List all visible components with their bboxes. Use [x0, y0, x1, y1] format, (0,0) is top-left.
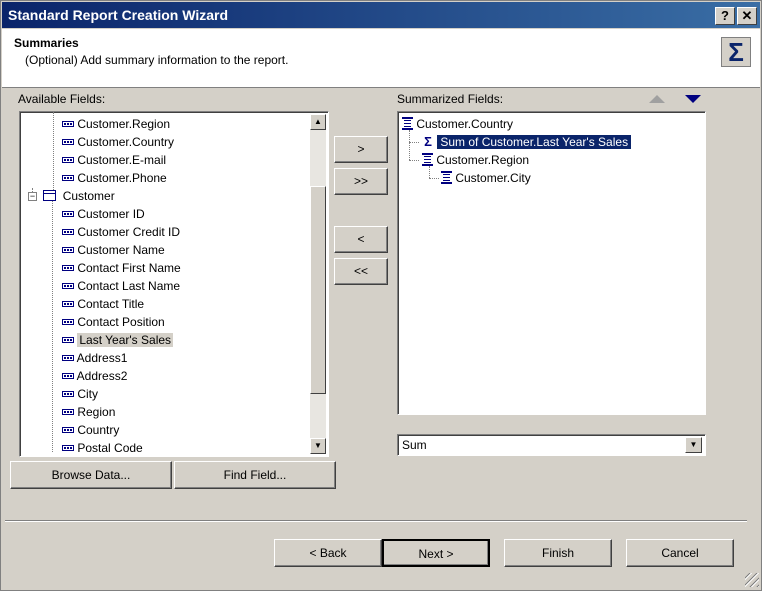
tree-item[interactable]: Address1 — [62, 349, 127, 367]
group-item-region[interactable]: Customer.Region — [422, 151, 529, 169]
find-field-button[interactable]: Find Field... — [174, 461, 336, 489]
field-icon — [62, 444, 74, 451]
field-icon — [62, 156, 74, 163]
field-icon — [62, 138, 74, 145]
tree-item[interactable]: Country — [62, 421, 119, 439]
field-icon — [62, 210, 74, 217]
resize-grip-icon[interactable] — [745, 573, 759, 587]
tree-item[interactable]: Customer.Region — [62, 115, 170, 133]
field-icon — [62, 408, 74, 415]
summarized-fields-tree[interactable]: Customer.Country Σ Sum of Customer.Last … — [397, 111, 706, 415]
summary-type-select[interactable]: Sum ▼ — [397, 434, 706, 456]
group-item-city[interactable]: Customer.City — [441, 169, 531, 187]
tree-item[interactable]: Customer.Country — [62, 133, 174, 151]
tree-item[interactable]: Address2 — [62, 367, 127, 385]
group-icon — [402, 117, 413, 131]
field-icon — [62, 120, 74, 127]
page-title: Summaries — [14, 36, 79, 50]
back-button[interactable]: < Back — [274, 539, 382, 567]
page-description: (Optional) Add summary information to th… — [25, 53, 289, 67]
separator — [5, 520, 747, 522]
cancel-button[interactable]: Cancel — [626, 539, 734, 567]
tree-item[interactable]: Customer.E-mail — [62, 151, 166, 169]
tree-item[interactable]: Region — [62, 403, 115, 421]
tree-item[interactable]: Customer ID — [62, 205, 145, 223]
move-up-arrow-icon[interactable] — [649, 95, 665, 103]
field-icon — [62, 318, 74, 325]
table-icon — [43, 190, 57, 202]
field-icon — [62, 228, 74, 235]
field-icon — [62, 336, 74, 343]
group-icon — [422, 153, 433, 167]
title-bar: Standard Report Creation Wizard ? ✕ — [2, 2, 760, 28]
finish-button[interactable]: Finish — [504, 539, 612, 567]
scroll-up-arrow-icon[interactable]: ▲ — [310, 114, 326, 130]
chevron-down-icon[interactable]: ▼ — [685, 437, 702, 453]
tree-item[interactable]: Customer Credit ID — [62, 223, 180, 241]
browse-data-button[interactable]: Browse Data... — [10, 461, 172, 489]
summary-item-selected[interactable]: Σ Sum of Customer.Last Year's Sales — [422, 133, 632, 151]
scroll-thumb[interactable] — [310, 186, 326, 394]
group-item-country[interactable]: Customer.Country — [402, 115, 513, 133]
field-icon — [62, 300, 74, 307]
sigma-icon: Σ — [721, 37, 751, 67]
tree-item[interactable]: Contact First Name — [62, 259, 181, 277]
field-icon — [62, 426, 74, 433]
remove-all-button[interactable]: << — [334, 258, 388, 285]
remove-button[interactable]: < — [334, 226, 388, 253]
field-icon — [62, 390, 74, 397]
field-icon — [62, 246, 74, 253]
sigma-icon: Σ — [424, 134, 432, 149]
add-button[interactable]: > — [334, 136, 388, 163]
wizard-header: Summaries (Optional) Add summary informa… — [2, 29, 760, 88]
available-fields-tree[interactable]: Customer.Region Customer.Country Custome… — [19, 111, 329, 457]
field-icon — [62, 372, 74, 379]
scroll-down-arrow-icon[interactable]: ▼ — [310, 438, 326, 454]
wizard-window: Standard Report Creation Wizard ? ✕ Summ… — [0, 0, 762, 591]
tree-item[interactable]: Postal Code — [62, 439, 143, 457]
group-icon — [441, 171, 452, 185]
tree-item[interactable]: Customer Name — [62, 241, 165, 259]
summary-type-value: Sum — [402, 438, 427, 452]
tree-item[interactable]: Contact Last Name — [62, 277, 180, 295]
tree-item-customer-table[interactable]: − Customer — [28, 187, 115, 205]
tree-item-selected[interactable]: Last Year's Sales — [62, 331, 174, 349]
move-down-arrow-icon[interactable] — [685, 95, 701, 103]
field-icon — [62, 174, 74, 181]
next-button[interactable]: Next > — [382, 539, 490, 567]
tree-item[interactable]: City — [62, 385, 98, 403]
summarized-fields-label: Summarized Fields: — [397, 92, 504, 106]
field-icon — [62, 354, 74, 361]
add-all-button[interactable]: >> — [334, 168, 388, 195]
tree-item[interactable]: Contact Position — [62, 313, 165, 331]
close-button[interactable]: ✕ — [737, 7, 757, 25]
window-title: Standard Report Creation Wizard — [8, 7, 229, 23]
help-button[interactable]: ? — [715, 7, 735, 25]
field-icon — [62, 264, 74, 271]
tree-item[interactable]: Contact Title — [62, 295, 144, 313]
available-fields-label: Available Fields: — [18, 92, 106, 106]
tree-item[interactable]: Customer.Phone — [62, 169, 167, 187]
field-icon — [62, 282, 74, 289]
collapse-icon[interactable]: − — [28, 192, 37, 202]
